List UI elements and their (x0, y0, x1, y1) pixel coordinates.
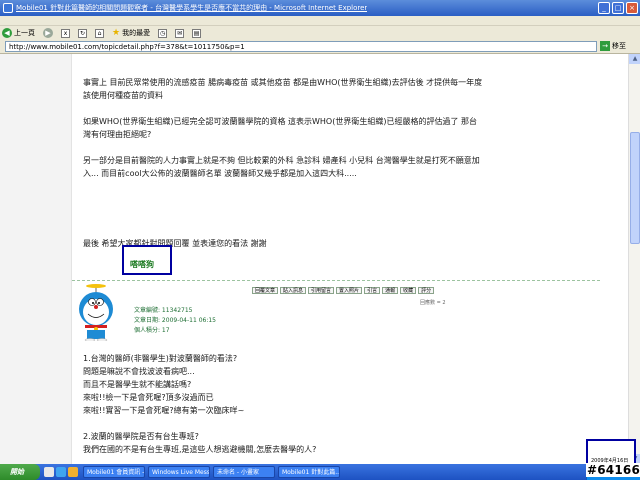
reply-line: 2.波蘭的醫學院是否有台生專班? (83, 432, 199, 441)
refresh-icon: ↻ (78, 28, 87, 38)
quote-message-button[interactable]: 引用留言 (308, 287, 335, 294)
refresh-button[interactable]: ↻ (78, 28, 87, 38)
toolbar: ◀ 上一頁 ▶ x ↻ ⌂ ★ 我的最愛 ◷ ✉ ▤ (0, 26, 640, 40)
start-button[interactable]: 開始 (0, 464, 40, 480)
date-highlight-box: 2009年4月16日 (586, 439, 636, 465)
forward-arrow-icon: ▶ (43, 28, 53, 38)
favorite-button[interactable]: 收藏 (400, 287, 417, 294)
quote-button[interactable]: 引言 (364, 287, 381, 294)
reply-line: 來啦!!實習一下是會死喔?總有第一次臨床咩~ (83, 406, 245, 415)
reply-line: 問題是嘛說不會找波波看病吧... (83, 367, 195, 376)
favorites-button[interactable]: ★ 我的最愛 (112, 28, 150, 38)
watermark: #641665 (586, 463, 640, 477)
author-stats: 文章編號: 11342715 文章日期: 2009-04-11 06:15 個人… (134, 306, 216, 336)
history-icon: ◷ (158, 28, 168, 38)
address-input[interactable]: http://www.mobile01.com/topicdetail.php?… (5, 41, 597, 52)
stop-icon: x (61, 28, 70, 38)
post-paragraph: 如果WHO(世界衛生組織)已經完全認可波蘭醫學院的資格 這表示WHO(世界衛生組… (83, 117, 478, 139)
rate-button[interactable]: 評分 (418, 287, 435, 294)
post-paragraph: 另一部分是目前醫院的人力事實上就是不夠 但比較累的外科 急診科 婦產科 小兒科 … (83, 156, 480, 178)
close-button[interactable]: × (626, 2, 638, 14)
scroll-up-icon[interactable]: ▲ (629, 54, 640, 64)
forward-button[interactable]: ▶ (43, 28, 53, 38)
mail-button[interactable]: ✉ (175, 28, 185, 38)
back-button[interactable]: ◀ 上一頁 (2, 28, 35, 38)
report-button[interactable]: 通報 (382, 287, 399, 294)
ie-quicklaunch-icon[interactable] (56, 467, 66, 477)
taskbar-item[interactable]: Windows Live Messe... (148, 466, 210, 478)
post-id: 文章編號: 11342715 (134, 307, 193, 314)
window-title: Mobile01 針對此篇醫師的相關問題觀察者 - 台灣醫學系學生是否應不當共的… (16, 4, 368, 12)
taskbar-item[interactable]: 未命名 - 小畫家 (213, 466, 275, 478)
right-margin (600, 54, 628, 464)
stop-button[interactable]: x (61, 28, 70, 38)
vertical-scrollbar[interactable]: ▲ ▼ (628, 54, 640, 464)
taskbar-item[interactable]: Mobile01 針對此篇... (278, 466, 340, 478)
star-icon: ★ (112, 28, 121, 38)
reply-line: 我們在國的不是有台生專班,是這些人想逃避機關,怎麼去醫學的人? (83, 445, 317, 454)
minimize-button[interactable]: _ (598, 2, 610, 14)
mail-icon: ✉ (175, 28, 185, 38)
folder-icon[interactable] (68, 467, 78, 477)
post-divider (72, 280, 600, 281)
title-bar: Mobile01 針對此篇醫師的相關問題觀察者 - 台灣醫學系學生是否應不當共的… (0, 0, 640, 16)
ie-icon (3, 3, 13, 13)
print-button[interactable]: ▤ (192, 28, 202, 38)
reply-line: 來啦!!檢一下是會死喔?頂多沒過而已 (83, 393, 214, 402)
post-actions: 回覆文章 貼入訊息 引用留言 置入照片 引言 通報 收藏 評分 (252, 287, 435, 294)
left-margin (0, 54, 72, 464)
taskbar-item[interactable]: Mobile01 會員資訊 - (83, 466, 145, 478)
scroll-thumb[interactable] (630, 132, 640, 244)
reply-button[interactable]: 回覆文章 (252, 287, 279, 294)
history-button[interactable]: ◷ (158, 28, 168, 38)
reply-line: 而且不是醫學生就不能講話嗎? (83, 380, 192, 389)
back-arrow-icon: ◀ (2, 28, 12, 38)
reply-line: 1.台灣的醫師(非醫學生)對波蘭醫師的看法? (83, 354, 238, 363)
avatar (79, 284, 113, 341)
message-button[interactable]: 貼入訊息 (280, 287, 307, 294)
address-bar: http://www.mobile01.com/topicdetail.php?… (0, 40, 640, 54)
go-button[interactable]: → 移至 (600, 41, 626, 51)
home-icon: ⌂ (95, 28, 104, 38)
taskbar: 開始 Mobile01 會員資訊 - Windows Live Messe...… (0, 464, 640, 480)
go-arrow-icon: → (600, 41, 610, 51)
post-paragraph: 事實上 目前民眾常使用的流感疫苗 腸病毒疫苗 或其他疫苗 都是由WHO(世界衛生… (83, 78, 483, 100)
maximize-button[interactable]: □ (612, 2, 624, 14)
author-name[interactable]: 嗒嗒狗 (130, 259, 154, 270)
post-body: 事實上 目前民眾常使用的流感疫苗 腸病毒疫苗 或其他疫苗 都是由WHO(世界衛生… (83, 76, 483, 263)
post-date: 文章日期: 2009-04-11 06:15 (134, 317, 216, 324)
home-button[interactable]: ⌂ (95, 28, 104, 38)
reply-body: 1.台灣的醫師(非醫學生)對波蘭醫師的看法? 問題是嘛說不會找波波看病吧... … (83, 352, 483, 464)
user-points: 個人積分: 17 (134, 327, 170, 334)
desktop-icon[interactable] (44, 467, 54, 477)
print-icon: ▤ (192, 28, 202, 38)
page-content: 事實上 目前民眾常使用的流感疫苗 腸病毒疫苗 或其他疫苗 都是由WHO(世界衛生… (0, 54, 628, 464)
reply-count: 回應數 = 2 (420, 300, 446, 306)
menu-bar (0, 16, 640, 26)
photo-button[interactable]: 置入照片 (336, 287, 363, 294)
